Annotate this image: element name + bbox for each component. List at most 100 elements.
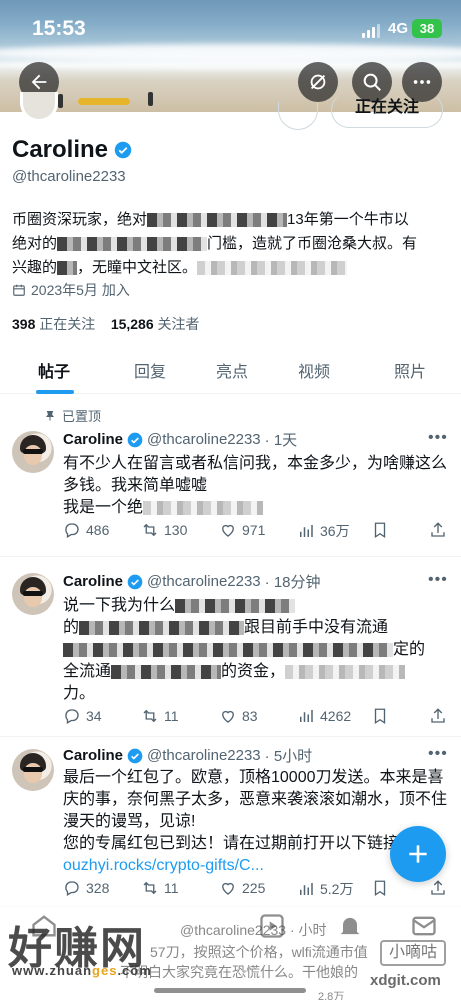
notification-bell-button[interactable] [278, 102, 318, 130]
tweet-more-icon[interactable]: ••• [428, 429, 448, 447]
tweet-author-name[interactable]: Caroline [63, 431, 123, 448]
heart-icon [222, 882, 234, 895]
grok-button[interactable] [298, 62, 338, 102]
status-bar: 15:53 4G 38 [0, 0, 461, 58]
tab-videos[interactable]: 视频 [298, 358, 330, 382]
tweet-header: Caroline @thcaroline2233 · 5小时 [63, 745, 312, 766]
network-type: 4G [388, 20, 409, 37]
redacted-block [175, 598, 296, 613]
tweet-avatar[interactable] [12, 431, 54, 473]
status-time: 15:53 [32, 17, 86, 40]
tweet-author-name[interactable]: Caroline [63, 573, 123, 590]
following-stat[interactable]: 398 正在关注 [12, 316, 95, 332]
redacted-block [57, 261, 78, 276]
tab-photos[interactable]: 照片 [394, 358, 426, 382]
compose-button[interactable] [390, 826, 446, 882]
ghost-tweet-text: 57刀，按照这个价格，wlfi流通市值 [150, 944, 368, 960]
tab-highlights[interactable]: 亮点 [216, 358, 248, 382]
banner-surfboard [78, 98, 130, 105]
tab-posts[interactable]: 帖子 [38, 358, 70, 382]
tweet-handle: @thcaroline2233 [147, 431, 261, 448]
retweet-icon [143, 523, 157, 537]
tweet-time: · 1天 [264, 432, 298, 449]
tweet-avatar[interactable] [12, 573, 54, 615]
followers-stat[interactable]: 15,286 关注者 [111, 316, 200, 332]
bio-text: 13年第一个牛市以 [287, 211, 409, 228]
banner-person [58, 94, 63, 108]
profile-avatar[interactable] [20, 92, 58, 122]
share-button[interactable] [429, 707, 447, 725]
following-count: 398 [12, 316, 36, 332]
heart-icon [222, 524, 234, 537]
tweet-actions: 34 11 83 4262 [63, 707, 453, 727]
banner-wave [0, 60, 461, 70]
tweet-handle: @thcaroline2233 [147, 747, 261, 764]
following-button[interactable]: 正在关注 [331, 92, 443, 128]
verified-badge-icon [127, 748, 143, 763]
views-button[interactable]: 4262 [297, 707, 351, 725]
tweet-more-icon[interactable]: ••• [428, 745, 448, 763]
tab-replies[interactable]: 回复 [134, 358, 166, 382]
share-button[interactable] [429, 521, 447, 539]
share-button[interactable] [429, 879, 447, 897]
tweet-text: 最后一个红包了。欧意，顶格10000刀发送。本来是喜庆的事，奈何黑子太多，恶意来… [63, 769, 448, 830]
tweet-author-name[interactable]: Caroline [63, 747, 123, 764]
tweet-header: Caroline @thcaroline2233 · 1天 [63, 429, 297, 450]
reply-button[interactable]: 34 [63, 707, 102, 725]
profile-name-row: Caroline [12, 136, 132, 164]
following-label: 正在关注 [39, 316, 96, 332]
share-icon [431, 708, 445, 723]
follow-stats: 398 正在关注 15,286 关注者 [12, 314, 200, 334]
bookmark-icon [374, 522, 386, 539]
share-icon [431, 522, 445, 537]
like-button[interactable]: 225 [219, 879, 265, 897]
tweet-item[interactable]: Caroline @thcaroline2233 · 5小时 ••• 最后一个红… [0, 737, 461, 907]
watermark-url-part: ges [92, 963, 118, 978]
bookmark-icon [374, 880, 386, 897]
like-button[interactable]: 971 [219, 521, 265, 539]
tweet-avatar[interactable] [12, 749, 54, 791]
followers-label: 关注者 [157, 316, 200, 332]
nav-notifications-icon[interactable] [336, 912, 364, 945]
views-button[interactable]: 36万 [297, 521, 350, 541]
watermark-url-part: .com [117, 963, 152, 978]
like-count: 83 [242, 708, 258, 724]
bookmark-button[interactable] [371, 879, 389, 897]
tweet-text: 的资金， [221, 663, 286, 680]
verified-badge-icon [114, 141, 132, 159]
tweet-body: 有不少人在留言或者私信问我，本金多少，为啥赚这么多钱。我来简单嘘嘘 我是一个绝 [63, 453, 448, 519]
reply-icon [65, 709, 79, 724]
tweet-text: 跟目前手中没有流通 [244, 619, 389, 636]
bookmark-button[interactable] [371, 707, 389, 725]
redacted-block [79, 620, 245, 635]
retweet-count: 130 [164, 522, 188, 538]
watermark-url-part: www.zhuan [12, 963, 93, 978]
tweet-time: · 5小时 [264, 748, 313, 765]
heart-icon [222, 710, 234, 723]
redacted-block [111, 664, 222, 679]
bio-text: 币圈资深玩家，绝对 [12, 211, 148, 228]
tweet-item[interactable]: Caroline @thcaroline2233 · 18分钟 ••• 说一下我… [0, 557, 461, 737]
bookmark-button[interactable] [371, 521, 389, 539]
tweet-handle: @thcaroline2233 [147, 573, 261, 590]
retweet-button[interactable]: 130 [141, 521, 187, 539]
battery-icon: 38 [412, 19, 442, 38]
retweet-button[interactable]: 11 [141, 879, 179, 897]
retweet-icon [143, 709, 157, 723]
redacted-link[interactable] [197, 261, 348, 276]
reply-button[interactable]: 328 [63, 879, 109, 897]
plus-icon [409, 845, 427, 863]
retweet-button[interactable]: 11 [141, 707, 179, 725]
tweet-item[interactable]: Caroline @thcaroline2233 · 1天 ••• 有不少人在留… [0, 395, 461, 557]
redacted-block [63, 642, 393, 657]
profile-tabs: 帖子 回复 亮点 视频 照片 [0, 342, 461, 394]
redacted-block [147, 213, 288, 228]
reply-icon [65, 523, 79, 538]
tweet-more-icon[interactable]: ••• [428, 571, 448, 589]
views-button[interactable]: 5.2万 [297, 879, 353, 899]
reply-count: 328 [86, 880, 110, 896]
nav-media-icon[interactable] [258, 912, 286, 945]
reply-button[interactable]: 486 [63, 521, 109, 539]
like-button[interactable]: 83 [219, 707, 258, 725]
search-icon [363, 73, 381, 91]
